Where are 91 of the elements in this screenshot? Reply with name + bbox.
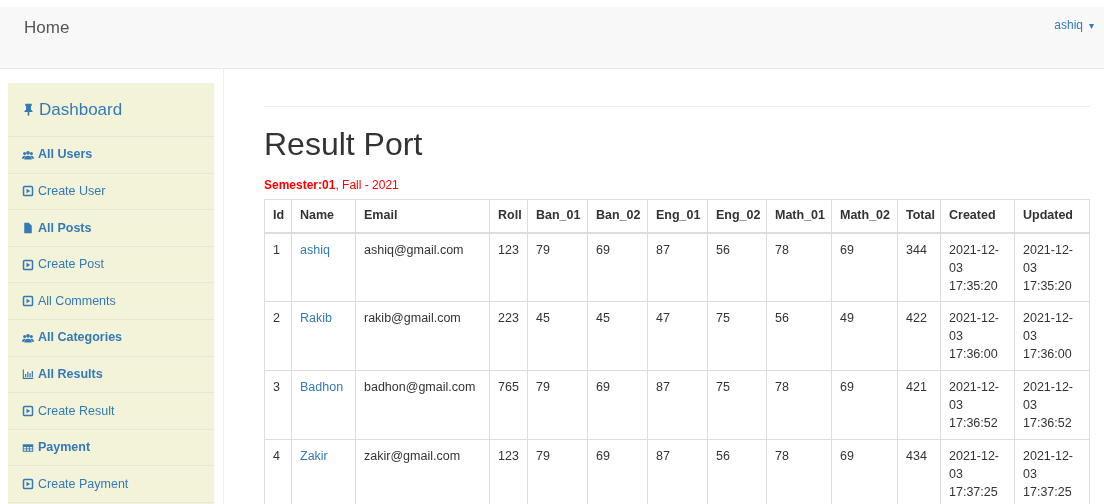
- users-icon: [22, 331, 34, 344]
- home-link[interactable]: Home: [24, 15, 70, 41]
- play-square-icon: [22, 258, 34, 271]
- sidebar-item[interactable]: Create Payment: [8, 466, 214, 503]
- column-header: Roll: [498, 208, 522, 223]
- sidebar-item[interactable]: Create Result: [8, 393, 214, 430]
- column-header: Email: [364, 208, 398, 223]
- column-header: Eng_02: [716, 208, 761, 223]
- table-cell: 2021-12-03 17:35:20: [949, 242, 1000, 293]
- play-square-icon: [22, 478, 34, 491]
- table-cell: rakib@gmail.com: [364, 311, 461, 325]
- table-cell: 422: [906, 311, 927, 325]
- table-cell: 2021-12-03 17:37:25: [1023, 449, 1074, 499]
- column-header: Name: [300, 208, 335, 223]
- table-cell: 123: [498, 242, 519, 257]
- table-cell: 69: [596, 242, 610, 257]
- table-cell: 87: [656, 380, 670, 394]
- table-cell: 2021-12-03 17:36:52: [949, 380, 1000, 430]
- table-cell: 45: [596, 311, 610, 325]
- table-cell: 69: [840, 449, 854, 463]
- table-cell: 2021-12-03 17:36:00: [949, 311, 1000, 361]
- table-cell: 87: [656, 242, 670, 257]
- name-link[interactable]: Rakib: [300, 311, 332, 325]
- table-cell: 434: [906, 449, 927, 463]
- play-square-icon: [22, 185, 34, 198]
- table-cell: zakir@gmail.com: [364, 449, 461, 463]
- table-cell: 49: [840, 311, 854, 325]
- table-cell: 45: [536, 311, 550, 325]
- sidebar-item[interactable]: All Results: [8, 356, 214, 394]
- table-cell: 78: [775, 242, 789, 257]
- table-cell: 3: [273, 380, 280, 394]
- table-cell: 344: [906, 242, 927, 257]
- table-cell: 69: [840, 380, 854, 394]
- column-header: Math_01: [775, 208, 826, 223]
- column-header: Total: [906, 208, 935, 223]
- user-menu-link[interactable]: ashiq ▾: [1054, 16, 1094, 34]
- name-link[interactable]: ashiq: [300, 242, 330, 257]
- table-cell: 69: [596, 380, 610, 394]
- table-cell: badhon@gmail.com: [364, 380, 476, 394]
- table-cell: ashiq@gmail.com: [364, 242, 464, 257]
- sidebar-item[interactable]: Create User: [8, 173, 214, 211]
- table-cell: 75: [716, 311, 730, 325]
- name-link[interactable]: Zakir: [300, 449, 328, 463]
- table-cell: 78: [775, 380, 789, 394]
- sidebar-item[interactable]: All Posts: [8, 210, 214, 247]
- table-cell: 1: [273, 242, 280, 257]
- table-cell: 2021-12-03 17:36:52: [1023, 380, 1074, 430]
- sidebar-item[interactable]: Create Post: [8, 246, 214, 284]
- table-cell: 4: [273, 449, 280, 463]
- name-link[interactable]: Badhon: [300, 380, 344, 394]
- table-cell: 47: [656, 311, 670, 325]
- table-cell: 56: [716, 449, 730, 463]
- semester-label: Semester:01, Fall - 2021: [264, 178, 399, 192]
- sidebar-item[interactable]: All Comments: [8, 283, 214, 320]
- column-header: Eng_01: [656, 208, 701, 223]
- column-header: Updated: [1023, 208, 1073, 223]
- sidebar-item[interactable]: All Categories: [8, 319, 214, 357]
- table-cell: 56: [775, 311, 789, 325]
- column-header: Math_02: [840, 208, 891, 223]
- table-cell: 79: [536, 449, 550, 463]
- table-cell: 2021-12-03 17:36:00: [1023, 311, 1074, 361]
- table-cell: 87: [656, 449, 670, 463]
- users-icon: [22, 148, 34, 161]
- column-header: Id: [273, 208, 285, 223]
- play-square-icon: [22, 404, 34, 417]
- column-header: Ban_02: [596, 208, 641, 223]
- table-cell: 223: [498, 311, 519, 325]
- pin-icon: [22, 103, 35, 116]
- column-header: Ban_01: [536, 208, 581, 223]
- table-cell: 765: [498, 380, 519, 394]
- table-cell: 56: [716, 242, 730, 257]
- table-icon: [22, 441, 34, 454]
- file-icon: [22, 222, 34, 234]
- table-cell: 79: [536, 242, 550, 257]
- table-cell: 69: [596, 449, 610, 463]
- table-cell: 78: [775, 449, 789, 463]
- play-square-icon: [22, 295, 34, 308]
- dashboard-link[interactable]: Dashboard: [8, 83, 214, 137]
- page-title: Result Port: [264, 125, 424, 163]
- column-header: Created: [949, 208, 996, 223]
- sidebar-item[interactable]: All Users: [8, 137, 214, 174]
- table-cell: 2021-12-03 17:35:20: [1023, 242, 1074, 293]
- table-cell: 2: [273, 311, 280, 325]
- table-cell: 75: [716, 380, 730, 394]
- sidebar-item[interactable]: Payment: [8, 429, 214, 467]
- table-cell: 79: [536, 380, 550, 394]
- table-cell: 123: [498, 449, 519, 463]
- table-cell: 421: [906, 380, 927, 394]
- table-cell: 2021-12-03 17:37:25: [949, 449, 1000, 499]
- bar-chart-icon: [22, 368, 34, 381]
- table-cell: 69: [840, 242, 854, 257]
